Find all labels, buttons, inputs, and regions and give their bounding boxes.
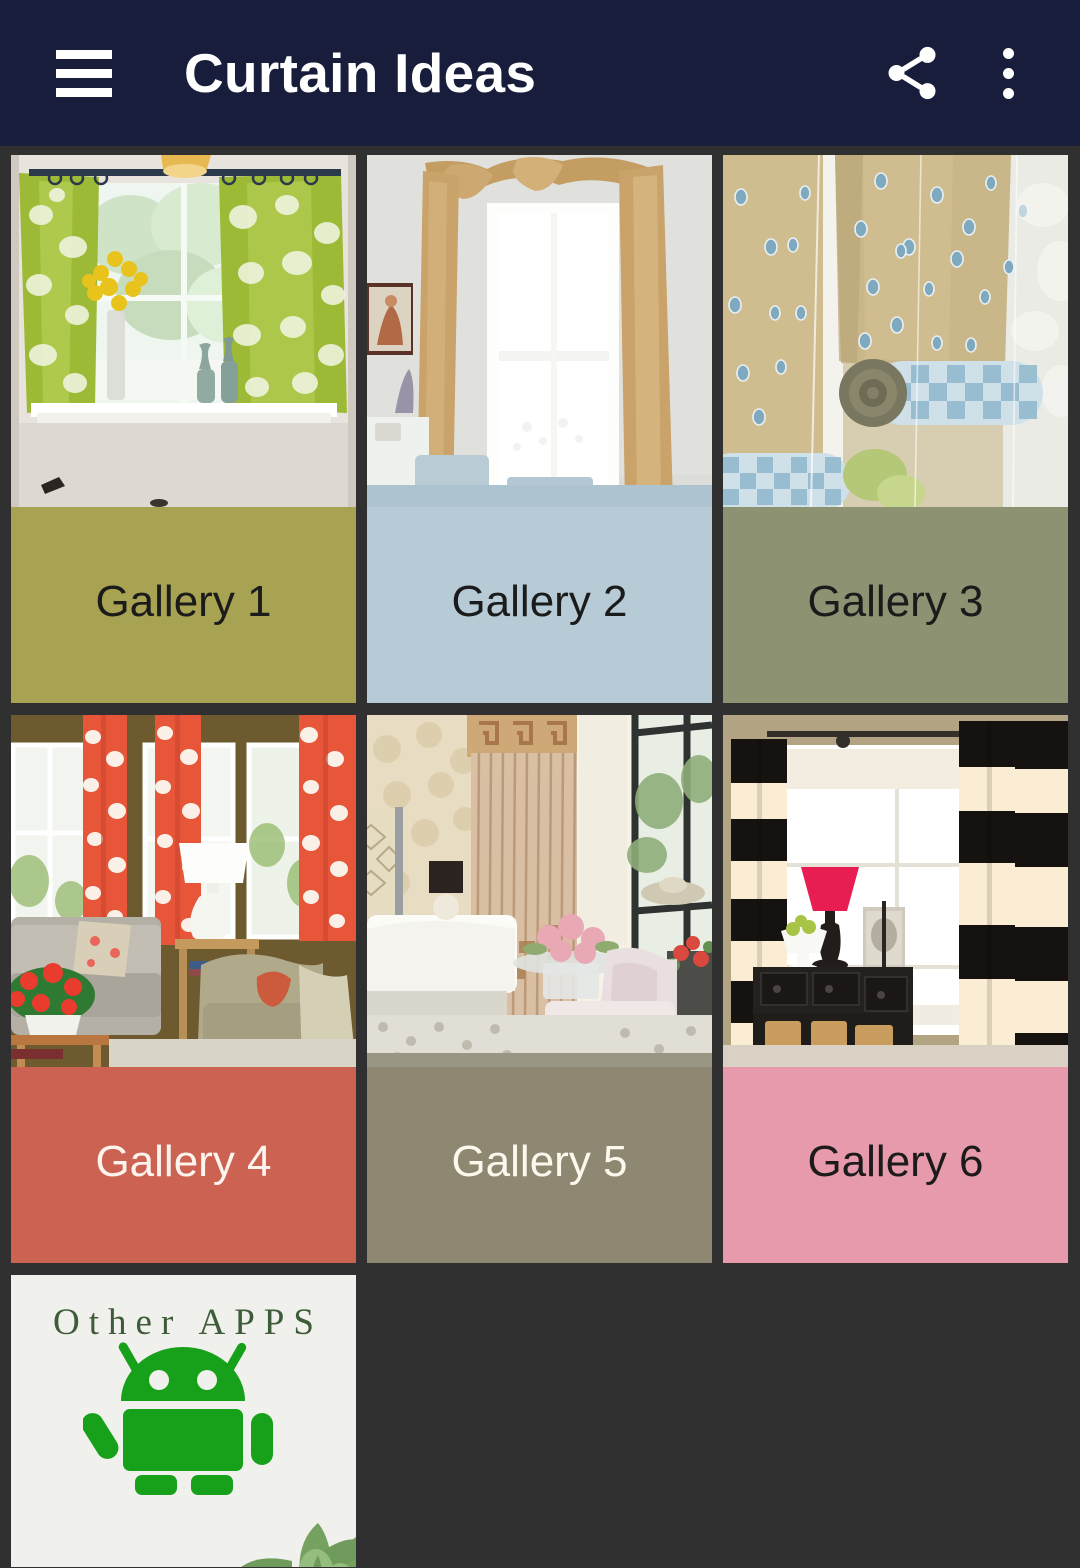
gallery-thumb-3 <box>723 155 1068 507</box>
gallery-card-3[interactable]: Gallery 3 <box>723 155 1068 703</box>
gallery-grid: Gallery 1 Gallery 2 Gallery 3 Gallery 4 … <box>11 155 1069 1567</box>
gallery-thumb-1 <box>11 155 356 507</box>
gallery-thumb-4 <box>11 715 356 1067</box>
hamburger-bar-1 <box>56 49 112 59</box>
gallery-image-4 <box>11 715 356 1067</box>
gallery-card-4[interactable]: Gallery 4 <box>11 715 356 1263</box>
share-icon[interactable] <box>864 25 960 121</box>
gallery-label-1: Gallery 1 <box>11 507 356 703</box>
gallery-label-6: Gallery 6 <box>723 1067 1068 1263</box>
gallery-thumb-6 <box>723 715 1068 1067</box>
gallery-image-5 <box>367 715 712 1067</box>
gallery-label-3: Gallery 3 <box>723 507 1068 703</box>
gallery-card-1[interactable]: Gallery 1 <box>11 155 356 703</box>
gallery-image-2 <box>367 155 712 507</box>
toolbar-actions <box>864 0 1080 146</box>
gallery-label-5: Gallery 5 <box>367 1067 712 1263</box>
gallery-label-4: Gallery 4 <box>11 1067 356 1263</box>
succulent-plant-icon <box>241 1523 356 1567</box>
gallery-image-6 <box>723 715 1068 1067</box>
gallery-image-3 <box>723 155 1068 507</box>
gallery-image-1 <box>11 155 356 507</box>
gallery-thumb-2 <box>367 155 712 507</box>
gallery-card-5[interactable]: Gallery 5 <box>367 715 712 1263</box>
gallery-thumb-5 <box>367 715 712 1067</box>
overflow-dot-2 <box>1002 67 1014 79</box>
hamburger-bar-2 <box>56 68 112 78</box>
share-glyph <box>888 46 936 100</box>
overflow-dot-1 <box>1002 47 1014 59</box>
gallery-label-2: Gallery 2 <box>367 507 712 703</box>
app-toolbar: Curtain Ideas <box>0 0 1080 146</box>
gallery-card-6[interactable]: Gallery 6 <box>723 715 1068 1263</box>
hamburger-icon[interactable] <box>56 49 112 97</box>
other-apps-card[interactable]: Other APPS <box>11 1275 356 1567</box>
hamburger-bar-3 <box>56 87 112 97</box>
more-vertical-icon[interactable] <box>960 25 1056 121</box>
overflow-dot-3 <box>1002 87 1014 99</box>
gallery-card-2[interactable]: Gallery 2 <box>367 155 712 703</box>
page-title: Curtain Ideas <box>184 41 537 104</box>
